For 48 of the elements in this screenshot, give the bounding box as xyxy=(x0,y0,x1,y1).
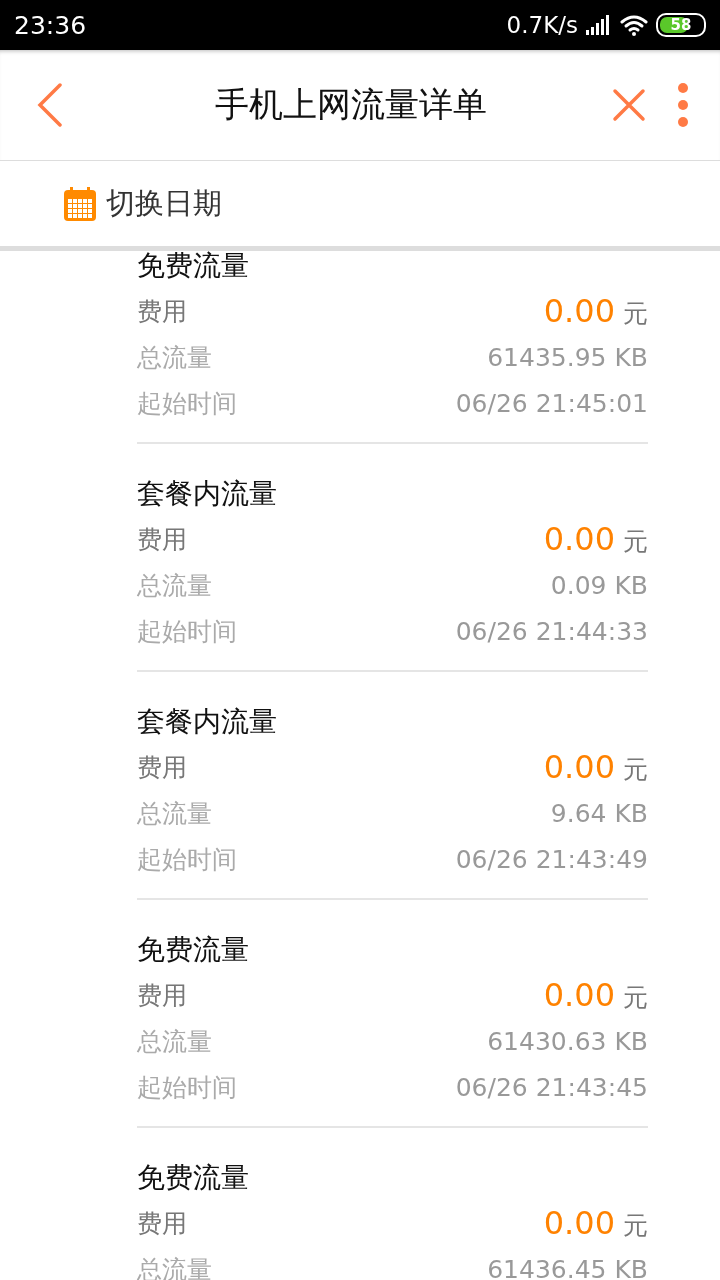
calendar-icon xyxy=(64,186,96,221)
close-icon xyxy=(612,88,646,122)
total-value: 61436.45 KB xyxy=(487,1254,648,1280)
more-icon xyxy=(677,82,689,128)
page-title: 手机上网流量详单 xyxy=(214,83,488,126)
start-time-label: 起始时间 xyxy=(137,843,237,876)
status-time: 23:36 xyxy=(14,10,87,40)
fee-value: 0.00 xyxy=(543,1204,615,1242)
start-time-label: 起始时间 xyxy=(137,1071,237,1104)
fee-value: 0.00 xyxy=(543,292,615,330)
record-title: 免费流量 xyxy=(137,251,250,284)
record-title: 免费流量 xyxy=(137,932,250,968)
fee-label: 费用 xyxy=(137,1207,187,1240)
total-label: 总流量 xyxy=(137,569,212,602)
start-time-label: 起始时间 xyxy=(137,615,237,648)
total-label: 总流量 xyxy=(137,1025,212,1058)
total-label: 总流量 xyxy=(137,1253,212,1280)
currency-unit: 元 xyxy=(623,982,648,1014)
fee-value: 0.00 xyxy=(543,976,615,1014)
fee-label: 费用 xyxy=(137,751,187,784)
fee-value: 0.00 xyxy=(543,520,615,558)
total-value: 61430.63 KB xyxy=(487,1026,648,1056)
start-time-value: 06/26 21:45:01 xyxy=(455,388,648,418)
network-speed: 0.7K/s xyxy=(506,12,578,38)
fee-label: 费用 xyxy=(137,295,187,328)
fee-label: 费用 xyxy=(137,979,187,1012)
total-value: 9.64 KB xyxy=(550,798,648,828)
switch-date-button[interactable]: 切换日期 xyxy=(64,183,222,224)
start-time-value: 06/26 21:43:45 xyxy=(455,1072,648,1102)
total-label: 总流量 xyxy=(137,341,212,374)
back-icon xyxy=(37,83,63,127)
signal-icon xyxy=(586,15,612,35)
currency-unit: 元 xyxy=(623,754,648,786)
total-value: 0.09 KB xyxy=(550,570,648,600)
start-time-label: 起始时间 xyxy=(137,387,237,420)
wifi-icon xyxy=(620,14,648,36)
fee-label: 费用 xyxy=(137,523,187,556)
start-time-value: 06/26 21:43:49 xyxy=(455,844,648,874)
currency-unit: 元 xyxy=(623,526,648,558)
start-time-value: 06/26 21:44:33 xyxy=(455,616,648,646)
currency-unit: 元 xyxy=(623,1210,648,1242)
total-label: 总流量 xyxy=(137,797,212,830)
record-title: 免费流量 xyxy=(137,1160,250,1196)
currency-unit: 元 xyxy=(623,298,648,330)
total-value: 61435.95 KB xyxy=(487,342,648,372)
record-title: 套餐内流量 xyxy=(137,704,278,740)
fee-value: 0.00 xyxy=(543,748,615,786)
record-title: 套餐内流量 xyxy=(137,476,278,512)
